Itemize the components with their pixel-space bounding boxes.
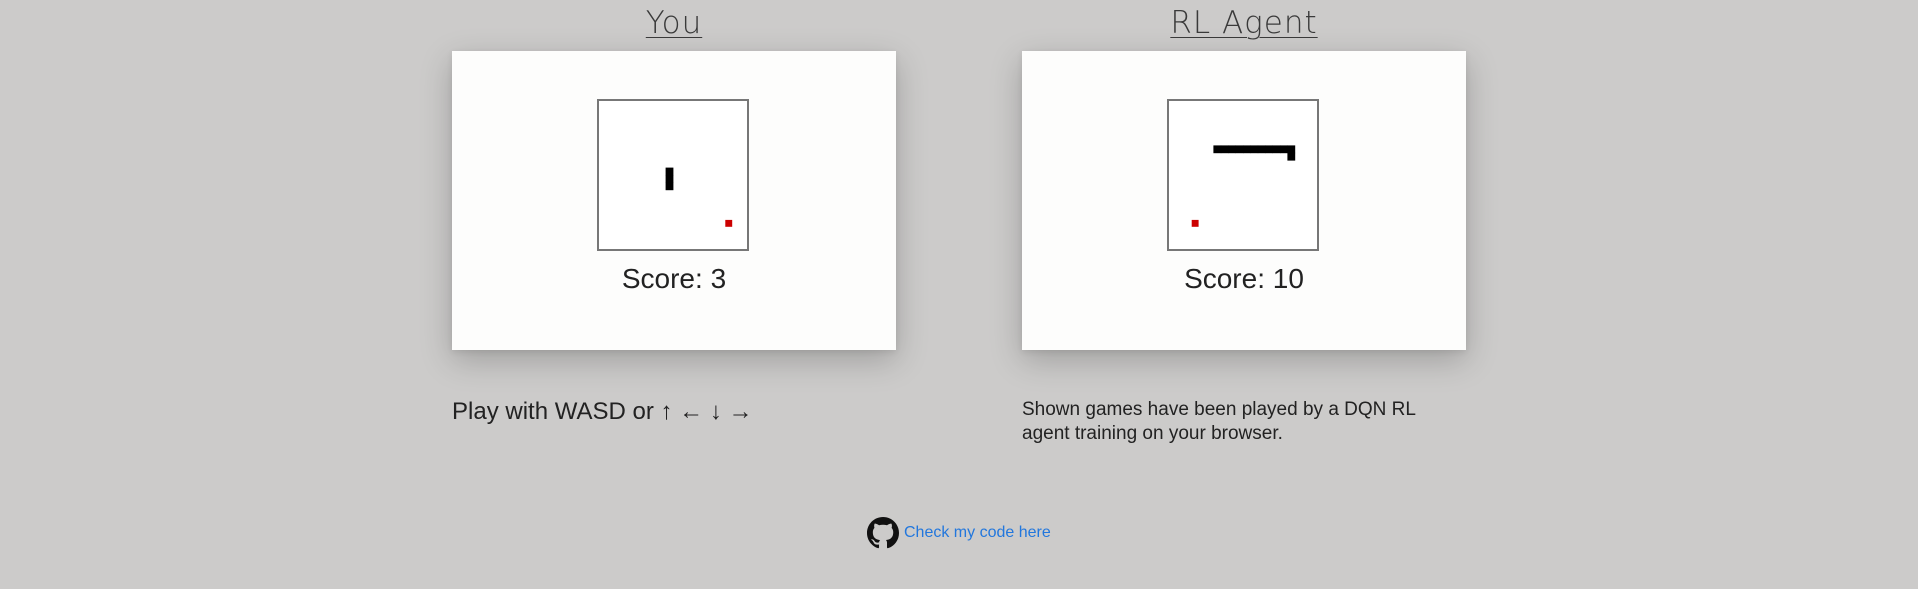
human-board-canvas [665, 167, 733, 227]
agent-snake-segment [1220, 145, 1229, 154]
agent-snake-segment [1265, 145, 1273, 154]
agent-snake-segment [1243, 145, 1251, 154]
agent-title: RL Agent [1170, 5, 1318, 41]
agent-snake-segment [1280, 145, 1288, 154]
agent-snake-segment [1257, 145, 1266, 154]
play-instructions: Play with WASD or ↑ ← ↓ → [452, 398, 753, 426]
agent-food [1191, 219, 1199, 227]
agent-game-card: Score: 10 [1022, 51, 1466, 350]
human-score: Score: 3 [621, 263, 727, 294]
human-game-board[interactable] [597, 99, 749, 251]
human-game-card: Score: 3 [452, 51, 896, 350]
agent-description: Shown games have been played by a DQN RL… [1022, 399, 1416, 444]
human-title: You [645, 5, 703, 41]
human-panel: You Score: 3 [452, 0, 896, 350]
github-icon [867, 517, 899, 549]
agent-game-board [1167, 99, 1319, 251]
human-food [725, 219, 733, 227]
agent-board-canvas [1191, 145, 1296, 227]
github-link-label: Check my code here [904, 524, 1051, 541]
human-snake-segment [665, 182, 674, 191]
agent-snake-segment [1228, 145, 1236, 154]
agent-snake-segment [1287, 152, 1296, 161]
agent-snake-segment [1250, 145, 1259, 154]
github-code-link[interactable]: Check my code here [867, 517, 1051, 549]
agent-snake-segment [1272, 145, 1281, 154]
agent-panel: RL Agent Score: 10 [1022, 0, 1466, 350]
human-snake-segment [665, 167, 674, 176]
agent-snake-segment [1235, 145, 1244, 154]
agent-snake-segment [1213, 145, 1222, 154]
agent-score: Score: 10 [1184, 263, 1304, 294]
agent-snake-segment [1287, 145, 1296, 154]
play-instructions-text: Play with WASD or ↑ ← ↓ → [452, 398, 753, 425]
human-snake-segment [665, 175, 674, 183]
